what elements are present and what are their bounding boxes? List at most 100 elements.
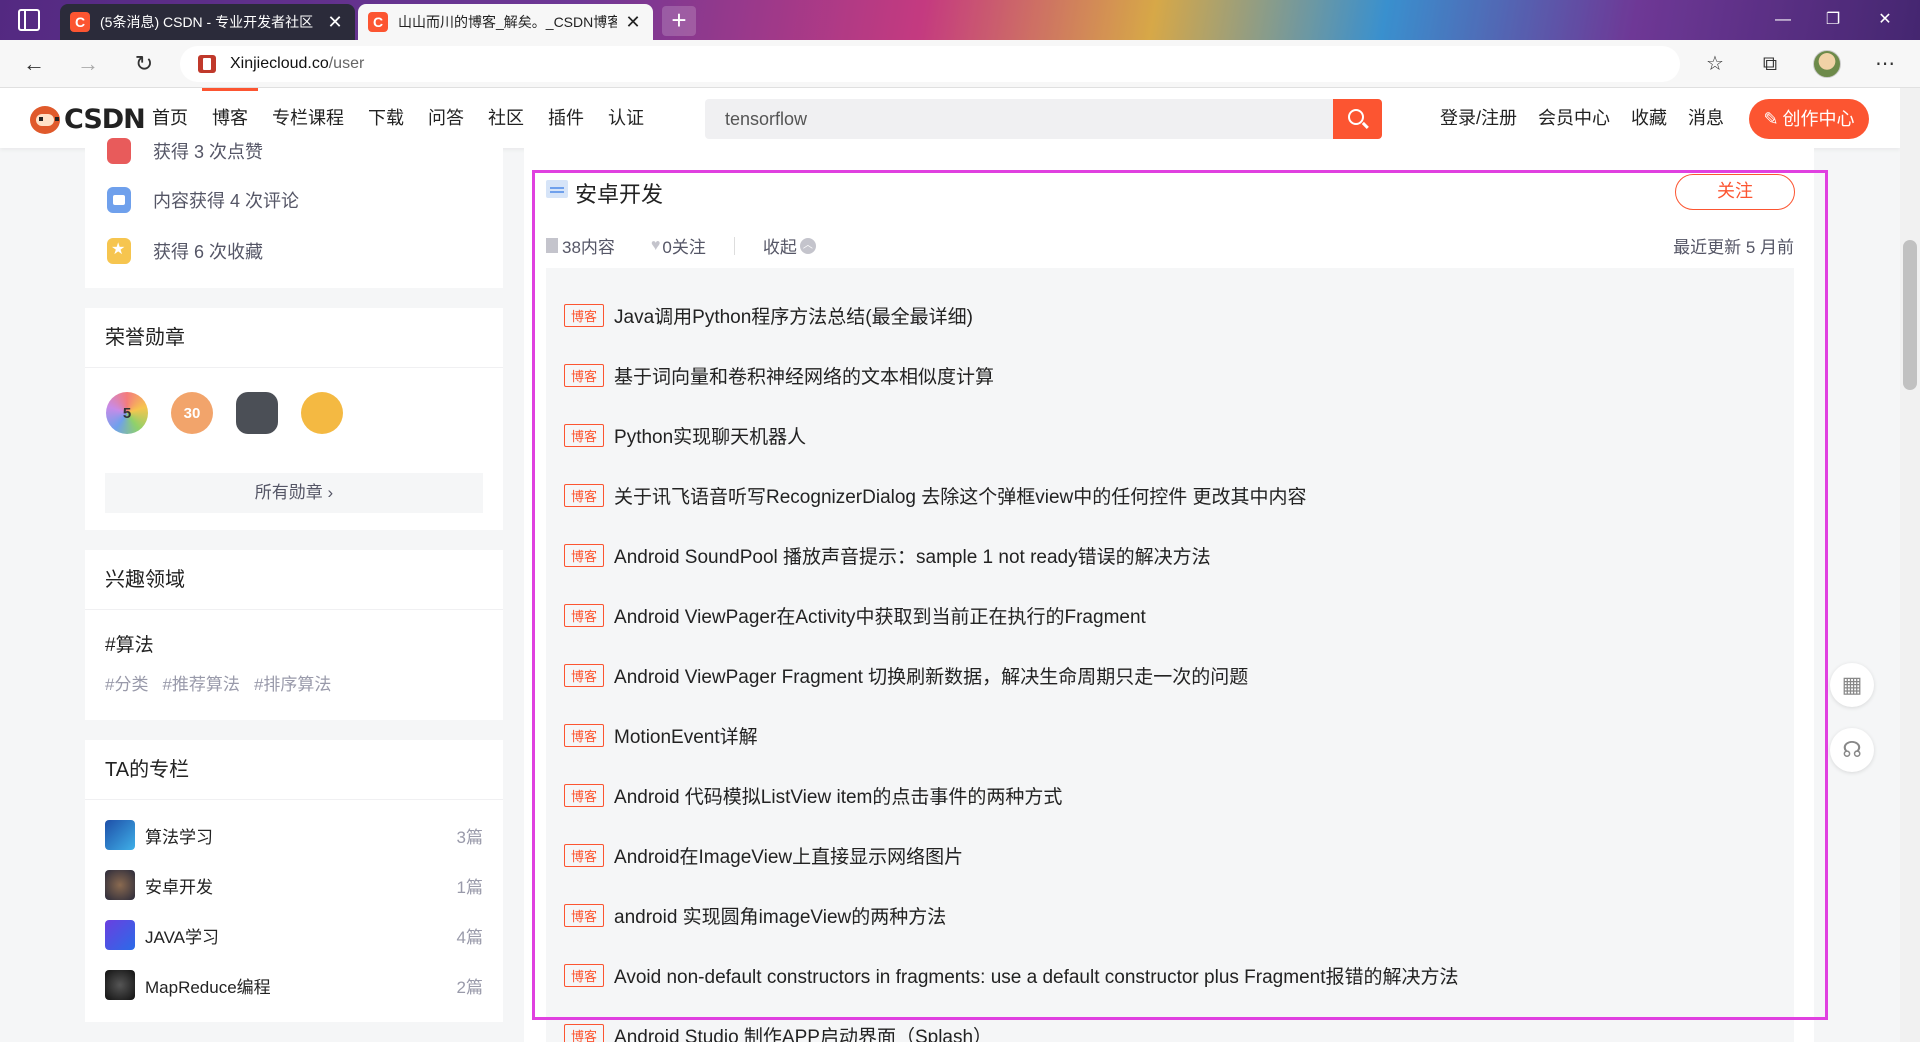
messages-link[interactable]: 消息: [1688, 88, 1724, 148]
article-title[interactable]: android 实现圆角imageView的两种方法: [614, 902, 946, 929]
article-title[interactable]: 基于词向量和卷积神经网络的文本相似度计算: [614, 362, 994, 389]
search-input[interactable]: [705, 99, 1333, 139]
blog-tag: 博客: [564, 483, 605, 507]
followers-count: 0关注: [662, 238, 706, 257]
site-info-icon[interactable]: [198, 55, 216, 73]
chevron-up-icon[interactable]: ︿: [799, 237, 816, 254]
nav-qa[interactable]: 问答: [428, 88, 464, 148]
article-title[interactable]: Android在ImageView上直接显示网络图片: [614, 842, 963, 869]
article-title[interactable]: Python实现聊天机器人: [614, 422, 806, 449]
list-item[interactable]: 博客 Android ViewPager Fragment 切换刷新数据，解决生…: [564, 660, 1248, 690]
column-item[interactable]: 算法学习 3篇: [105, 820, 483, 850]
nav-courses[interactable]: 专栏课程: [272, 88, 344, 148]
header-links: 登录/注册 会员中心 收藏 消息: [1440, 88, 1745, 148]
achievement-favorites: 获得 6 次收藏: [107, 236, 263, 266]
minimize-button[interactable]: —: [1760, 6, 1806, 34]
nav-certification[interactable]: 认证: [608, 88, 644, 148]
list-item[interactable]: 博客 Avoid non-default constructors in fra…: [564, 960, 1458, 990]
nav-download[interactable]: 下载: [368, 88, 404, 148]
list-item[interactable]: 博客 Android ViewPager在Activity中获取到当前正在执行的…: [564, 600, 1146, 630]
all-medals-button[interactable]: 所有勋章 ›: [105, 473, 483, 513]
list-item[interactable]: 博客 Python实现聊天机器人: [564, 420, 806, 450]
article-title[interactable]: 关于讯飞语音听写RecognizerDialog 去除这个弹框view中的任何控…: [614, 482, 1307, 509]
article-title[interactable]: Android ViewPager Fragment 切换刷新数据，解决生命周期…: [614, 662, 1248, 689]
restore-button[interactable]: ❐: [1810, 6, 1856, 34]
article-title[interactable]: Android Studio 制作APP启动界面（Splash）: [614, 1022, 992, 1042]
medal-column-icon[interactable]: [236, 392, 278, 434]
list-item[interactable]: 博客 Android Studio 制作APP启动界面（Splash）: [564, 1020, 992, 1042]
list-item[interactable]: 博客 Java调用Python程序方法总结(最全最详细): [564, 300, 973, 330]
browser-tab-blog[interactable]: C 山山而川的博客_解矣。_CSDN博客 ✕: [358, 4, 653, 40]
create-center-button[interactable]: ✎ 创作中心: [1749, 99, 1869, 139]
list-item[interactable]: 博客 Android SoundPool 播放声音提示：sample 1 not…: [564, 540, 1211, 570]
list-item[interactable]: 博客 Android在ImageView上直接显示网络图片: [564, 840, 963, 870]
interest-tag[interactable]: #分类: [105, 670, 148, 695]
headset-icon[interactable]: ☊: [1830, 728, 1874, 772]
column-item[interactable]: MapReduce编程 2篇: [105, 970, 483, 1000]
interest-main-tag[interactable]: #算法: [105, 630, 154, 657]
url-host: Xinjiecloud.co: [230, 55, 329, 72]
more-icon[interactable]: ⋯: [1869, 48, 1901, 80]
column-thumbnail: [105, 970, 135, 1000]
close-icon[interactable]: ✕: [325, 12, 345, 33]
vip-center-link[interactable]: 会员中心: [1538, 88, 1610, 148]
window-close-button[interactable]: ✕: [1862, 6, 1908, 34]
list-item[interactable]: 博客 MotionEvent详解: [564, 720, 758, 750]
profile-avatar[interactable]: [1813, 50, 1841, 78]
csdn-logo[interactable]: CSDN: [30, 104, 146, 135]
blog-tag: 博客: [564, 363, 605, 387]
medal-30-icon[interactable]: 30: [171, 392, 213, 434]
pen-icon: ✎: [1763, 109, 1779, 129]
forward-icon[interactable]: →: [72, 48, 104, 80]
csdn-favicon-icon: C: [368, 12, 388, 32]
article-title[interactable]: Java调用Python程序方法总结(最全最详细): [614, 302, 973, 329]
article-list: 博客 Java调用Python程序方法总结(最全最详细) 博客 基于词向量和卷积…: [546, 268, 1794, 1042]
collections-icon[interactable]: ⧉: [1754, 48, 1786, 80]
scrollbar[interactable]: [1900, 88, 1920, 1042]
medal-writer-icon[interactable]: [301, 392, 343, 434]
interest-tags: #分类 #推荐算法 #排序算法: [105, 670, 345, 695]
article-title[interactable]: Android SoundPool 播放声音提示：sample 1 not re…: [614, 542, 1211, 569]
login-link[interactable]: 登录/注册: [1440, 88, 1517, 148]
back-icon[interactable]: ←: [18, 48, 50, 80]
list-item[interactable]: 博客 关于讯飞语音听写RecognizerDialog 去除这个弹框view中的…: [564, 480, 1307, 510]
new-tab-button[interactable]: +: [662, 6, 696, 36]
column-meta: 38内容 ♥ 0关注 收起 ︿: [546, 233, 816, 258]
favorites-icon[interactable]: ☆: [1699, 48, 1731, 80]
heart-icon: ♥: [650, 236, 661, 254]
article-title[interactable]: Android ViewPager在Activity中获取到当前正在执行的Fra…: [614, 602, 1146, 629]
nav-community[interactable]: 社区: [488, 88, 524, 148]
comment-badge-icon: [107, 187, 131, 213]
article-title[interactable]: Avoid non-default constructors in fragme…: [614, 962, 1458, 989]
blog-tag: 博客: [564, 1023, 605, 1042]
column-item[interactable]: 安卓开发 1篇: [105, 870, 483, 900]
favorites-link[interactable]: 收藏: [1631, 88, 1667, 148]
follow-button[interactable]: 关注: [1675, 174, 1795, 210]
column-title: 安卓开发: [575, 182, 664, 207]
scrollbar-thumb[interactable]: [1903, 240, 1917, 390]
list-item[interactable]: 博客 android 实现圆角imageView的两种方法: [564, 900, 946, 930]
article-title[interactable]: MotionEvent详解: [614, 722, 758, 749]
search-button[interactable]: [1333, 99, 1382, 139]
nav-plugin[interactable]: 插件: [548, 88, 584, 148]
tab-actions-icon[interactable]: [18, 9, 40, 31]
interest-tag[interactable]: #推荐算法: [162, 670, 239, 695]
list-item[interactable]: 博客 基于词向量和卷积神经网络的文本相似度计算: [564, 360, 994, 390]
search-icon: [1348, 109, 1364, 125]
column-thumbnail: [105, 820, 135, 850]
browser-tab-csdn-home[interactable]: C (5条消息) CSDN - 专业开发者社区 ✕: [60, 4, 355, 40]
close-icon[interactable]: ✕: [623, 12, 643, 33]
collapse-toggle[interactable]: 收起: [763, 233, 797, 258]
interest-tag[interactable]: #排序算法: [254, 670, 331, 695]
refresh-icon[interactable]: ↻: [128, 48, 160, 80]
list-item[interactable]: 博客 Android 代码模拟ListView item的点击事件的两种方式: [564, 780, 1062, 810]
medal-5-icon[interactable]: 5: [106, 392, 148, 434]
qr-code-icon[interactable]: ▦: [1830, 663, 1874, 707]
article-title[interactable]: Android 代码模拟ListView item的点击事件的两种方式: [614, 782, 1062, 809]
columns-title: TA的专栏: [85, 740, 503, 800]
column-item[interactable]: JAVA学习 4篇: [105, 920, 483, 950]
column-name: 算法学习: [145, 827, 213, 847]
search-box: [705, 99, 1382, 139]
url-field[interactable]: Xinjiecloud.co/user: [180, 46, 1680, 82]
folder-icon: [546, 180, 568, 198]
